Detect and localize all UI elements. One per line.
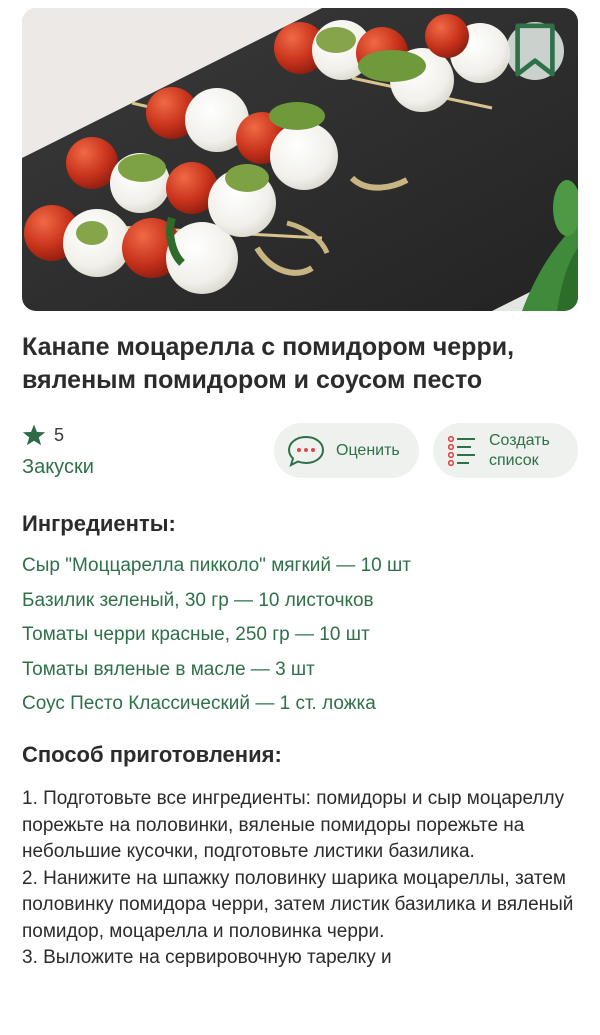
ingredients-heading: Ингредиенты: (22, 511, 176, 536)
method-step: 3. Выложите на сервировочную тарелку и (22, 947, 392, 968)
rating-value: 5 (54, 424, 65, 445)
method-steps: 1. Подготовьте все ингредиенты: помидоры… (22, 786, 582, 972)
chat-bubble-icon (287, 435, 325, 467)
method-heading: Способ приготовления: (22, 742, 282, 767)
recipe-photo (22, 8, 578, 311)
create-list-button[interactable]: Создать список (433, 423, 578, 478)
create-list-button-label: Создать список (489, 431, 550, 469)
star-icon (22, 424, 46, 446)
ingredient-item[interactable]: Томаты вяленые в масле — 3 шт (22, 653, 411, 688)
ingredients-list: Сыр "Моццарелла пикколо" мягкий — 10 шт … (22, 549, 411, 722)
ingredient-item[interactable]: Сыр "Моццарелла пикколо" мягкий — 10 шт (22, 549, 411, 584)
ingredient-item[interactable]: Томаты черри красные, 250 гр — 10 шт (22, 618, 411, 653)
rating: 5 (22, 424, 64, 446)
recipe-title: Канапе моцарелла с помидором черри, вяле… (22, 333, 515, 394)
category-link[interactable]: Закуски (22, 456, 94, 479)
method-step: 2. Нанижите на шпажку половинку шарика м… (22, 867, 574, 942)
recipe-page: Канапе моцарелла с помидором черри, вяле… (0, 0, 600, 1035)
rate-button[interactable]: Оценить (274, 423, 419, 478)
bookmark-icon (515, 23, 555, 77)
ingredient-item[interactable]: Базилик зеленый, 30 гр — 10 листочков (22, 584, 411, 619)
ingredient-item[interactable]: Соус Песто Классический — 1 ст. ложка (22, 687, 411, 722)
recipe-photo-illustration (22, 8, 578, 311)
list-icon (447, 435, 475, 466)
rate-button-label: Оценить (336, 441, 400, 459)
method-step: 1. Подготовьте все ингредиенты: помидоры… (22, 788, 565, 862)
bookmark-button[interactable] (506, 22, 564, 80)
